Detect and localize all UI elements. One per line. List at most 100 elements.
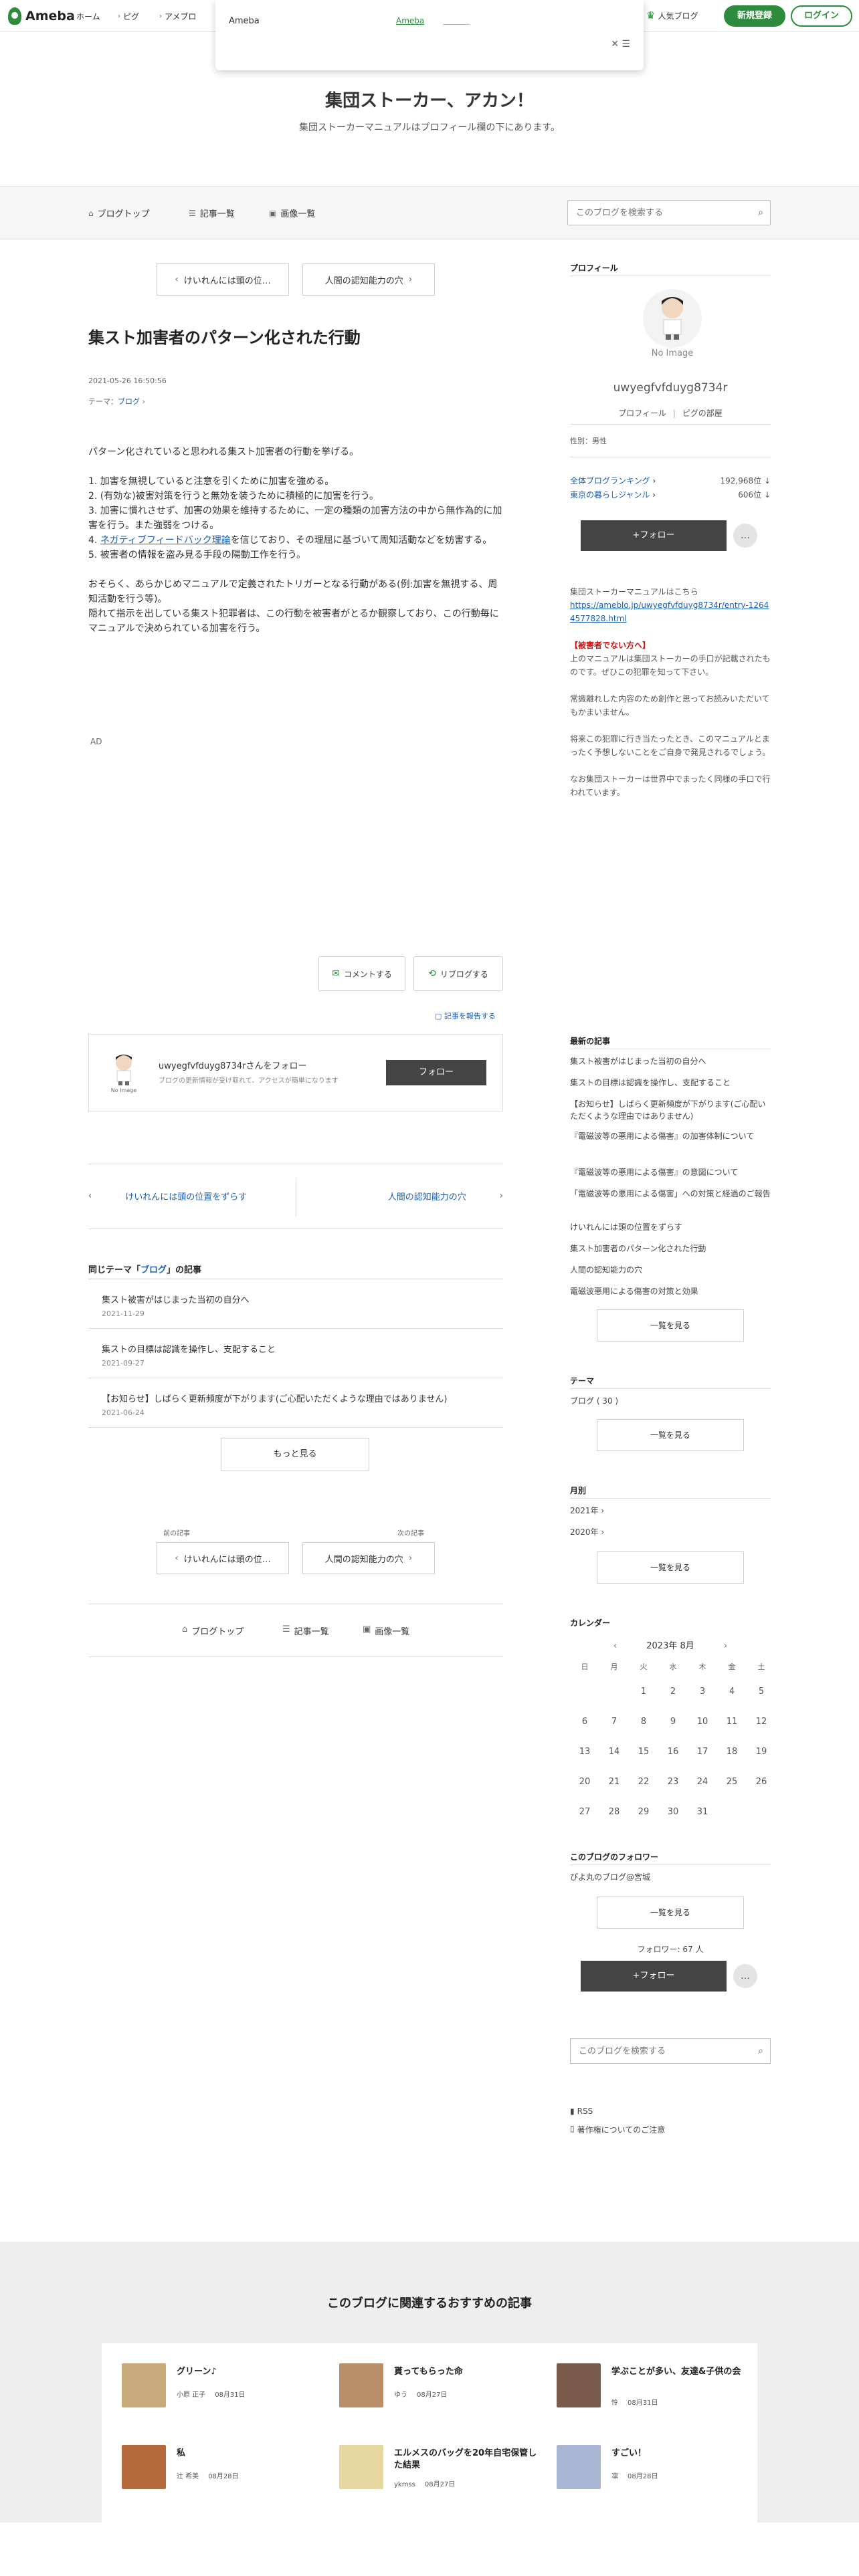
same-theme-link[interactable]: ブログ (140, 1265, 167, 1275)
calendar-day: 13 (579, 1747, 591, 1757)
pager-next-label: 人間の認知能力の穴 (387, 1192, 466, 1202)
more-button[interactable]: もっと見る (221, 1438, 369, 1471)
entry-title[interactable]: 集スト加害者のパターン化された行動 (88, 324, 361, 348)
blog-search-input[interactable] (568, 201, 742, 225)
list-item[interactable]: 集ストの目標は認識を操作し、支配すること 2021-09-27 (88, 1329, 503, 1378)
next-entry-button[interactable]: 人間の認知能力の穴 › (302, 1542, 435, 1574)
subnav-image-list[interactable]: ▣ 画像一覧 (269, 207, 315, 220)
recent-entry[interactable]: 集スト加害者のパターン化された行動 (570, 1243, 771, 1255)
subnav-label: 記事一覧 (199, 209, 235, 219)
recommended-card[interactable]: すごい！ 凛 08月28日 (557, 2445, 757, 2498)
calendar-day: 3 (699, 1687, 706, 1697)
recent-entry[interactable]: 「電磁波等の悪用による傷害」への対策と経過のご報告 (570, 1188, 771, 1200)
prev-entry-label: けいれんには頭の位… (183, 1554, 271, 1565)
calendar-day: 18 (726, 1747, 738, 1757)
bottom-nav-blog-top[interactable]: ⌂ ブログトップ (182, 1624, 244, 1637)
recommended-card[interactable]: 私辻 希美 08月28日 (122, 2445, 322, 2498)
no-image-avatar: No Image (111, 1055, 136, 1093)
chevron-left-icon[interactable]: ‹ (613, 1641, 617, 1651)
see-all-button[interactable]: 一覧を見る (597, 1897, 744, 1929)
report-link[interactable]: ▢ 記事を報告する (435, 1010, 496, 1021)
see-all-button[interactable]: 一覧を見る (597, 1419, 744, 1451)
search-icon[interactable]: ⌕ (758, 207, 763, 218)
sidebar-search-input[interactable] (571, 2039, 738, 2063)
popup-link[interactable]: Ameba (396, 16, 424, 25)
recent-entry[interactable]: 電磁波悪用による傷害の対策と効果 (570, 1285, 771, 1297)
login-button[interactable]: ログイン (791, 5, 852, 27)
negative-feedback-link[interactable]: ネガティブフィードバック理論 (100, 535, 231, 546)
recent-entry[interactable]: 人間の認知能力の穴 (570, 1264, 771, 1276)
month-2020[interactable]: 2020年 › (570, 1526, 771, 1538)
follower-item[interactable]: ぴよ丸のブログ@宮城 (570, 1871, 771, 1883)
bottom-nav-entry-list[interactable]: ☰ 記事一覧 (282, 1624, 329, 1637)
search-icon[interactable]: ⌕ (758, 2046, 763, 2056)
theme-item[interactable]: ブログ ( 30 ) (570, 1395, 771, 1407)
recent-entry[interactable]: 『電磁波等の悪用による傷害』の加害体制について (570, 1130, 771, 1142)
calendar-dow: 金 (728, 1662, 736, 1671)
reblog-button[interactable]: ⟲ リブログする (413, 956, 503, 991)
calendar-day: 4 (729, 1687, 735, 1697)
bottom-nav-image-list[interactable]: ▣ 画像一覧 (363, 1624, 409, 1637)
profile-link[interactable]: プロフィール (618, 409, 666, 418)
recommended-card-date: 08月27日 (424, 2481, 456, 2488)
manual-link[interactable]: https://ameblo.jp/uwyegfvfduyg8734r/entr… (570, 601, 769, 623)
recent-entry[interactable]: 【お知らせ】しばらく更新頻度が下がります(ご心配いただくような理由ではありません… (570, 1098, 771, 1122)
comment-button[interactable]: ✉ コメントする (318, 956, 405, 991)
profile-heading: プロフィール (570, 263, 618, 273)
see-all-button[interactable]: 一覧を見る (597, 1551, 744, 1584)
list-item: 2. (有効な)被害対策を行うと無効を装うために積極的に加害を行う。 (88, 491, 379, 502)
prev-entry-button[interactable]: ‹ けいれんには頭の位… (157, 1542, 289, 1574)
nav-ameblo[interactable]: › アメブロ (159, 11, 196, 22)
copyright-link[interactable]: ▯ 著作権についてのご注意 (570, 2124, 665, 2135)
prev-entry-button[interactable]: ‹ けいれんには頭の位… (157, 263, 289, 296)
popup-title: Ameba (229, 16, 260, 26)
follow-button[interactable]: フォロー (386, 1060, 486, 1085)
recommended-card[interactable]: 学ぶことが多い、友達&子供の会怜 08月31日 (557, 2363, 757, 2417)
list-item[interactable]: 【お知らせ】しばらく更新頻度が下がります(ご心配いただくような理由ではありません… (88, 1378, 503, 1428)
recommended-card[interactable]: 貰ってもらった命 ゆう 08月27日 (339, 2363, 540, 2417)
pager-prev[interactable]: ‹ けいれんには頭の位置をずらす (88, 1190, 247, 1202)
profile-avatar[interactable]: No Image (641, 289, 704, 358)
month-2021[interactable]: 2021年 › (570, 1505, 771, 1517)
recent-entry[interactable]: 集スト被害がはじまった当初の自分へ (570, 1055, 771, 1067)
ranking-genre[interactable]: 東京の暮らしジャンル › 606位 ↓ (570, 489, 771, 500)
pager-next[interactable]: 人間の認知能力の穴 › (388, 1190, 503, 1202)
pig-room-link[interactable]: ピグの部屋 (682, 409, 723, 418)
ad-label: AD (90, 737, 102, 746)
subnav-blog-top[interactable]: ⌂ ブログトップ (88, 207, 150, 220)
recent-entry[interactable]: 『電磁波等の悪用による傷害』の意図について (570, 1166, 771, 1178)
recommended-card[interactable]: グリーン♪ 小原 正子 08月31日 (122, 2363, 322, 2417)
more-icon[interactable]: … (733, 1964, 757, 1988)
ranking-overall[interactable]: 全体ブログランキング › 192,968位 ↓ (570, 475, 771, 486)
nav-home[interactable]: › ホーム (71, 11, 100, 22)
calendar-day: 23 (667, 1777, 679, 1787)
recent-entry[interactable]: けいれんには頭の位置をずらす (570, 1221, 771, 1233)
close-icon[interactable]: ✕ ☰ (611, 39, 630, 49)
recommended-card-title: グリーン♪ (177, 2367, 217, 2377)
blog-search-box: ⌕ (567, 200, 771, 225)
calendar-day: 27 (579, 1807, 591, 1817)
calendar-day: 2 (670, 1687, 676, 1697)
more-icon[interactable]: … (733, 524, 757, 548)
recommended-section: このブログに関連するおすすめの記事 グリーン♪ 小原 正子 08月31日 貰ってもらっ… (0, 2242, 859, 2523)
see-all-button[interactable]: 一覧を見る (597, 1309, 744, 1341)
next-entry-button[interactable]: 人間の認知能力の穴 › (302, 263, 435, 296)
sidebar-follow-button[interactable]: +フォロー (581, 520, 727, 551)
list-item[interactable]: 集スト被害がはじまった当初の自分へ 2021-11-29 (88, 1279, 503, 1329)
popular-blog-link[interactable]: ♛ 人気ブログ (646, 9, 698, 21)
reblog-label: リブログする (440, 969, 488, 979)
recommended-card[interactable]: エルメスのバッグを20年自宅保管した結果 ykmss 08月27日 (339, 2445, 540, 2498)
recommended-title: このブログに関連するおすすめの記事 (327, 2296, 532, 2311)
ameba-logo[interactable]: Ameba (8, 7, 75, 25)
subnav-entry-list[interactable]: ☰ 記事一覧 (189, 207, 235, 220)
profile-name[interactable]: uwyegfvfduyg8734r (570, 381, 771, 395)
sidebar-follow-button[interactable]: +フォロー (581, 1961, 727, 1992)
recent-entry[interactable]: 集ストの目標は認識を操作し、支配すること (570, 1077, 771, 1089)
recommended-card-title: すごい！ (611, 2448, 647, 2458)
entry-theme-link[interactable]: ブログ (118, 397, 140, 406)
chevron-right-icon[interactable]: › (724, 1641, 727, 1651)
signup-button[interactable]: 新規登録 (724, 5, 785, 27)
blog-title[interactable]: 集団ストーカー、アカン！ (0, 87, 859, 112)
nav-pig[interactable]: › ピグ (118, 11, 139, 22)
rss-link[interactable]: ▮ RSS (570, 2107, 593, 2116)
